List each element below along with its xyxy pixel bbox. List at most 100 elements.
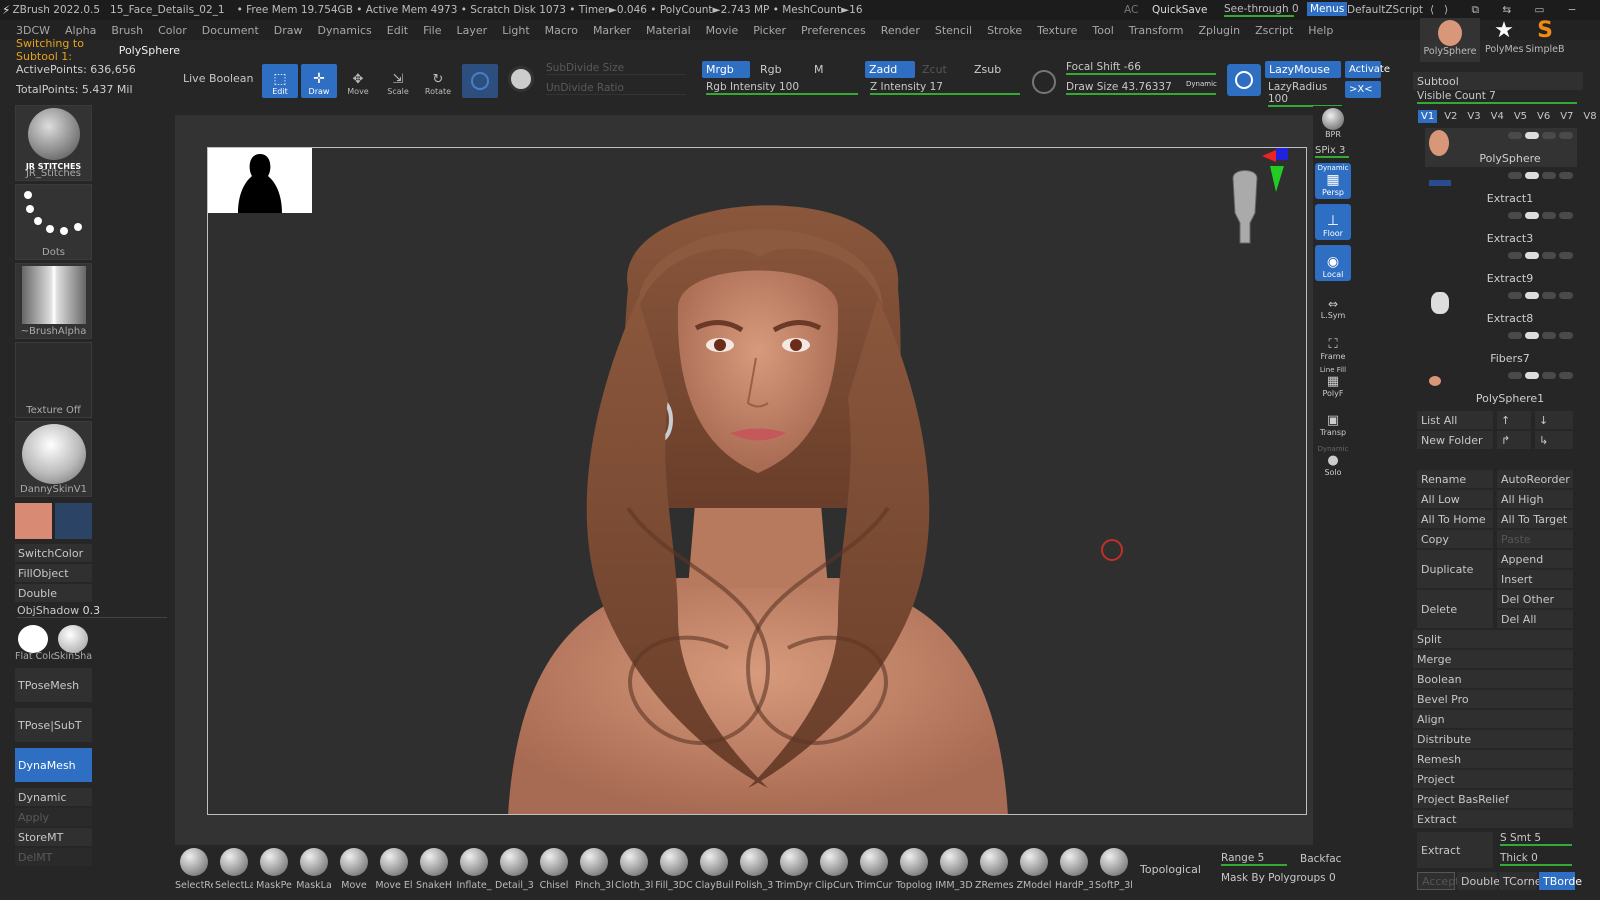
version-tab[interactable]: V2 [1441, 110, 1460, 123]
rotate-button[interactable]: ↻ Rotate [420, 64, 456, 98]
topological-button[interactable]: Topological [1140, 863, 1201, 876]
version-tab[interactable]: V3 [1464, 110, 1483, 123]
distribute-button[interactable]: Distribute [1413, 730, 1573, 748]
brush-slot[interactable]: Cloth_3l [615, 848, 653, 894]
brush-slot[interactable]: ClipCurv [815, 848, 853, 894]
draw-button[interactable]: ✛ Draw [301, 64, 337, 98]
menu-item[interactable]: Dynamics [318, 24, 372, 37]
menu-item[interactable]: Picker [753, 24, 786, 37]
menu-item[interactable]: Texture [1037, 24, 1077, 37]
menu-item[interactable]: File [423, 24, 441, 37]
dynamesh-button[interactable]: DynaMesh [15, 748, 92, 782]
menu-item[interactable]: Zscript [1255, 24, 1293, 37]
brush-slot[interactable]: Fill_3DC [655, 848, 693, 894]
subtool-item[interactable]: PolySphere [1425, 128, 1577, 167]
texture-thumbnail[interactable]: Texture Off [15, 342, 92, 418]
brush-slot[interactable]: SoftP_3l [1095, 848, 1133, 894]
copy-button[interactable]: Copy [1417, 530, 1493, 548]
delete-button[interactable]: Delete [1417, 590, 1493, 628]
lazy-step-button[interactable] [1227, 64, 1261, 96]
menus-button[interactable]: Menus [1307, 2, 1348, 16]
lazyradius-slider[interactable]: LazyRadius 100 [1268, 81, 1342, 107]
focal-shift-icon[interactable] [1032, 70, 1056, 94]
default-zscript-button[interactable]: DefaultZScript [1347, 4, 1423, 16]
rgb-button[interactable]: Rgb [756, 61, 786, 78]
remesh-button[interactable]: Remesh [1413, 750, 1573, 768]
menu-item[interactable]: Color [158, 24, 187, 37]
menu-item[interactable]: Document [202, 24, 259, 37]
menu-item[interactable]: Macro [545, 24, 578, 37]
version-tab[interactable]: V1 [1418, 110, 1438, 123]
paste-button[interactable]: Paste [1497, 530, 1573, 548]
split-button[interactable]: Split [1413, 630, 1573, 648]
all-high-button[interactable]: All High [1497, 490, 1573, 508]
z-intensity-slider[interactable]: Z Intensity 17 [870, 81, 1020, 95]
version-tab[interactable]: V4 [1488, 110, 1507, 123]
sculptris-icon[interactable] [508, 66, 534, 92]
brush-thumbnail[interactable]: JR STITCHES JR_Stitches [15, 105, 92, 181]
brush-slot[interactable]: Move [335, 848, 373, 894]
menu-item[interactable]: Brush [111, 24, 143, 37]
gizmo-toggle-button[interactable] [462, 64, 498, 98]
brush-slot[interactable]: SnakeH [415, 848, 453, 894]
delmt-button[interactable]: DelMT [15, 848, 92, 866]
menu-item[interactable]: Edit [387, 24, 408, 37]
dynamic-button[interactable]: Dynamic [15, 788, 92, 806]
extract-button[interactable]: Extract [1417, 832, 1493, 868]
subtool-toggles[interactable] [1508, 372, 1573, 379]
switchcolor-button[interactable]: SwitchColor [15, 544, 92, 562]
focal-shift-slider[interactable]: Focal Shift -66 [1066, 61, 1216, 75]
subtool-item[interactable]: Extract3 [1425, 208, 1577, 247]
brush-slot[interactable]: Chisel [535, 848, 573, 894]
merge-button[interactable]: Merge [1413, 650, 1573, 668]
menu-item[interactable]: Movie [706, 24, 739, 37]
version-tab[interactable]: V6 [1534, 110, 1553, 123]
lsym-button[interactable]: ⇔ L.Sym [1315, 286, 1351, 322]
version-tab[interactable]: V5 [1511, 110, 1530, 123]
m-button[interactable]: M [810, 61, 830, 78]
document-frame[interactable] [207, 147, 1307, 815]
align-button[interactable]: Align [1413, 710, 1573, 728]
menu-item[interactable]: Tool [1092, 24, 1113, 37]
undivide-ratio-slider[interactable]: UnDivide Ratio [546, 82, 686, 95]
append-button[interactable]: Append [1497, 550, 1573, 568]
subtool-toggles[interactable] [1508, 212, 1573, 219]
boolean-button[interactable]: Boolean [1413, 670, 1573, 688]
primary-color-swatch[interactable] [15, 503, 52, 539]
menu-item[interactable]: Zplugin [1199, 24, 1241, 37]
menu-item[interactable]: Stencil [935, 24, 972, 37]
simplebrush-tool-thumb[interactable]: S SimpleB [1525, 18, 1565, 62]
version-tab[interactable]: V7 [1557, 110, 1576, 123]
zcut-button[interactable]: Zcut [918, 61, 948, 78]
mask-by-polygroups-slider[interactable]: Mask By Polygroups 0 [1221, 872, 1341, 884]
storemt-button[interactable]: StoreMT [15, 828, 92, 846]
double-button[interactable]: Double [15, 584, 92, 602]
solo-button[interactable]: Dynamic ● Solo [1315, 443, 1351, 479]
double-sided-button[interactable]: Double [1457, 872, 1500, 890]
range-slider[interactable]: Range 5 [1221, 852, 1287, 866]
subtool-toggles[interactable] [1508, 252, 1573, 259]
project-button[interactable]: Project [1413, 770, 1573, 788]
extract-header[interactable]: Extract [1413, 810, 1573, 828]
menu-item[interactable]: Layer [457, 24, 488, 37]
navigation-head-gizmo[interactable] [1225, 168, 1265, 248]
subtool-toggles[interactable] [1508, 292, 1573, 299]
polyf-button[interactable]: Line Fill ▦ PolyF [1315, 364, 1351, 400]
brush-slot[interactable]: SelectRe [175, 848, 213, 894]
quicksave-button[interactable]: QuickSave [1152, 4, 1207, 16]
activate-button[interactable]: Activate [1345, 61, 1390, 78]
lazymouse-button[interactable]: LazyMouse [1265, 61, 1341, 78]
subtool-item[interactable]: Extract9 [1425, 248, 1577, 287]
bevel-pro-button[interactable]: Bevel Pro [1413, 690, 1573, 708]
menu-item[interactable]: Stroke [987, 24, 1022, 37]
menu-item[interactable]: Help [1308, 24, 1333, 37]
objshadow-slider[interactable]: ObjShadow 0.3 [17, 604, 167, 618]
fillobject-button[interactable]: FillObject [15, 564, 92, 582]
subtool-toggles[interactable] [1508, 172, 1573, 179]
silhouette-thumbnail[interactable] [208, 148, 312, 213]
subtool-item[interactable]: PolySphere1 [1425, 368, 1577, 407]
all-to-home-button[interactable]: All To Home [1417, 510, 1493, 528]
brush-slot[interactable]: ClayBuil [695, 848, 733, 894]
subtool-item[interactable]: Fibers7 [1425, 328, 1577, 367]
duplicate-button[interactable]: Duplicate [1417, 550, 1493, 588]
